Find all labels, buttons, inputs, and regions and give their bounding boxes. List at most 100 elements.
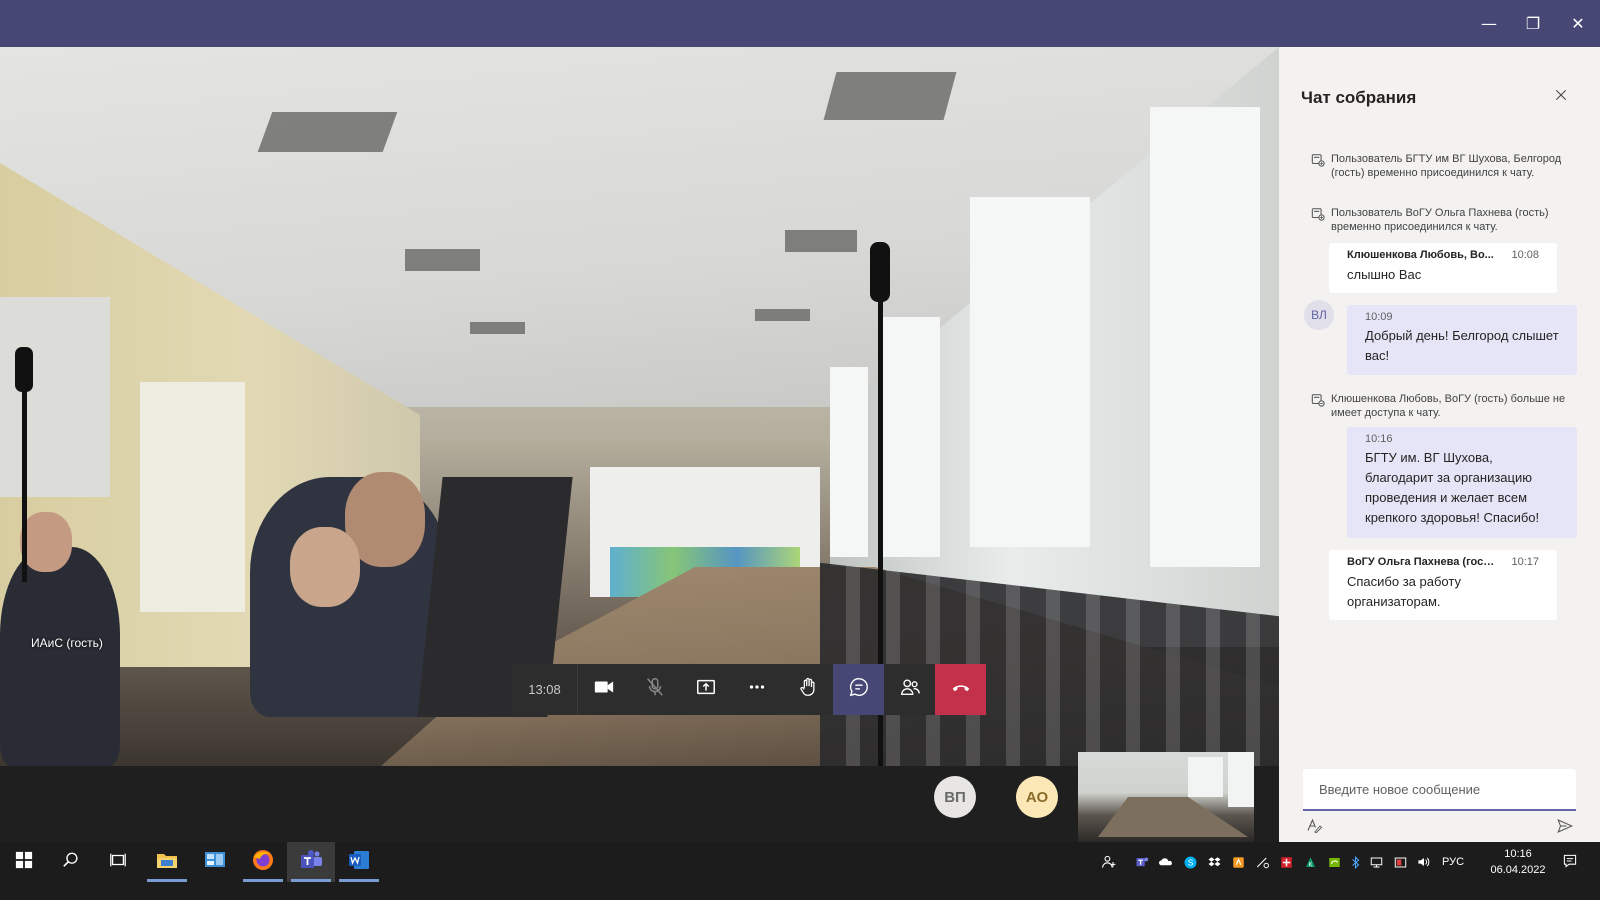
participants-icon bbox=[899, 676, 921, 703]
message-time: 10:17 bbox=[1511, 556, 1539, 568]
kaspersky-icon[interactable]: K bbox=[1300, 842, 1320, 882]
video-person-head bbox=[20, 512, 72, 572]
security-tray-icon[interactable] bbox=[1276, 842, 1296, 882]
video-microphone-head bbox=[870, 242, 890, 302]
chat-title: Чат собрания bbox=[1301, 88, 1417, 107]
my-chat-message[interactable]: 10:16 БГТУ им. ВГ Шухова, благодарит за … bbox=[1347, 427, 1577, 538]
task-view-button[interactable] bbox=[94, 842, 142, 882]
chat-toggle-button[interactable] bbox=[833, 664, 884, 715]
message-meta: Клюшенкова Любовь, Во... 10:08 bbox=[1347, 249, 1539, 261]
onedrive-icon[interactable] bbox=[1156, 842, 1176, 882]
video-window bbox=[830, 367, 868, 557]
camera-button[interactable] bbox=[578, 664, 629, 715]
self-view-table bbox=[1098, 797, 1248, 837]
participant-avatar[interactable]: ВП bbox=[934, 776, 976, 818]
send-button[interactable] bbox=[1554, 817, 1576, 839]
tray-teams-icon[interactable] bbox=[1132, 842, 1152, 882]
raise-hand-button[interactable] bbox=[782, 664, 833, 715]
my-chat-message[interactable]: 10:09 Добрый день! Белгород слышет вас! bbox=[1347, 305, 1577, 375]
system-message-text: Пользователь ВоГУ Ольга Пахнева (гость) … bbox=[1331, 207, 1549, 233]
video-person-head bbox=[290, 527, 360, 607]
share-screen-button[interactable] bbox=[680, 664, 731, 715]
meeting-chat-panel: Чат собрания Пользователь БГТУ им ВГ Шух… bbox=[1279, 47, 1600, 842]
system-message: Пользователь БГТУ им ВГ Шухова, Белгород… bbox=[1311, 152, 1581, 180]
network-tray-icon[interactable] bbox=[1252, 842, 1272, 882]
raise-hand-icon bbox=[797, 676, 819, 703]
minimize-button[interactable]: — bbox=[1467, 0, 1511, 47]
more-icon bbox=[746, 676, 768, 703]
sender-avatar[interactable]: ВЛ bbox=[1304, 300, 1334, 330]
main-video: ИАиС (гость) bbox=[0, 47, 1279, 766]
participant-avatar[interactable]: АО bbox=[1016, 776, 1058, 818]
bluetooth-icon[interactable] bbox=[1346, 842, 1364, 882]
windows-taskbar: S K РУС 10:16 06.04.2022 bbox=[0, 842, 1600, 900]
call-timer: 13:08 bbox=[512, 664, 578, 715]
ceiling-vent bbox=[257, 112, 398, 152]
windows-icon bbox=[15, 851, 33, 874]
control-panel-icon bbox=[203, 848, 227, 877]
svg-text:K: K bbox=[1308, 862, 1312, 868]
volume-icon[interactable] bbox=[1414, 842, 1434, 882]
power-tray-icon[interactable] bbox=[1390, 842, 1410, 882]
chat-join-icon bbox=[1311, 153, 1331, 180]
folder-icon bbox=[155, 848, 179, 877]
ceiling-vent bbox=[755, 309, 810, 321]
nvidia-icon[interactable] bbox=[1324, 842, 1344, 882]
chat-message[interactable]: ВоГУ Ольга Пахнева (гость) 10:17 Спасибо… bbox=[1329, 550, 1557, 620]
ceiling-vent bbox=[785, 230, 857, 252]
app-tray-icon[interactable] bbox=[1228, 842, 1248, 882]
video-window bbox=[880, 317, 940, 557]
clock-date: 06.04.2022 bbox=[1490, 864, 1546, 876]
system-message: Клюшенкова Любовь, ВоГУ (гость) больше н… bbox=[1311, 392, 1581, 420]
chat-icon bbox=[848, 676, 870, 703]
firefox-icon bbox=[251, 848, 275, 877]
microphone-button[interactable] bbox=[629, 664, 680, 715]
ceiling-vent bbox=[823, 72, 957, 120]
message-time: 10:09 bbox=[1365, 311, 1393, 323]
taskbar-file-explorer[interactable] bbox=[143, 842, 191, 882]
self-view-window bbox=[1228, 752, 1254, 807]
chat-join-icon bbox=[1311, 207, 1331, 234]
display-tray-icon[interactable] bbox=[1366, 842, 1386, 882]
skype-icon[interactable]: S bbox=[1180, 842, 1200, 882]
hang-up-button[interactable] bbox=[935, 664, 986, 715]
self-view-video[interactable] bbox=[1078, 752, 1254, 842]
task-view-icon bbox=[109, 851, 127, 874]
teams-icon bbox=[299, 848, 323, 877]
taskbar-control-panel[interactable] bbox=[191, 842, 239, 882]
taskbar-firefox[interactable] bbox=[239, 842, 287, 882]
taskbar-clock[interactable]: 10:16 06.04.2022 bbox=[1478, 846, 1558, 878]
notification-icon bbox=[1562, 853, 1578, 872]
message-text: Спасибо за работу организаторам. bbox=[1347, 574, 1461, 609]
ceiling-vent bbox=[405, 249, 480, 271]
close-window-button[interactable]: ✕ bbox=[1556, 0, 1600, 47]
message-input[interactable] bbox=[1303, 769, 1576, 809]
close-chat-button[interactable] bbox=[1549, 85, 1573, 109]
dropbox-icon[interactable] bbox=[1204, 842, 1224, 882]
format-button[interactable] bbox=[1303, 817, 1325, 839]
more-actions-button[interactable] bbox=[731, 664, 782, 715]
message-time: 10:08 bbox=[1511, 249, 1539, 261]
system-message-text: Клюшенкова Любовь, ВоГУ (гость) больше н… bbox=[1331, 393, 1566, 419]
language-indicator[interactable]: РУС bbox=[1436, 842, 1470, 882]
message-author: ВоГУ Ольга Пахнева (гость) bbox=[1347, 556, 1498, 568]
message-author: Клюшенкова Любовь, Во... bbox=[1347, 249, 1494, 261]
title-bar: — ❐ ✕ bbox=[0, 0, 1600, 47]
chat-message[interactable]: Клюшенкова Любовь, Во... 10:08 слышно Ва… bbox=[1329, 243, 1557, 293]
people-icon[interactable] bbox=[1098, 842, 1120, 882]
message-text: Добрый день! Белгород слышет вас! bbox=[1365, 328, 1559, 363]
start-button[interactable] bbox=[0, 842, 48, 882]
search-icon bbox=[62, 851, 80, 874]
video-microphone-head bbox=[15, 347, 33, 392]
restore-button[interactable]: ❐ bbox=[1511, 0, 1555, 47]
participants-button[interactable] bbox=[884, 664, 935, 715]
search-button[interactable] bbox=[47, 842, 95, 882]
taskbar-teams[interactable] bbox=[287, 842, 335, 882]
video-door bbox=[140, 382, 245, 612]
notifications-button[interactable] bbox=[1556, 842, 1584, 882]
send-icon bbox=[1556, 817, 1574, 840]
ceiling-vent bbox=[470, 322, 525, 334]
taskbar-word[interactable] bbox=[335, 842, 383, 882]
format-icon bbox=[1305, 817, 1323, 840]
self-view-window bbox=[1188, 757, 1223, 797]
